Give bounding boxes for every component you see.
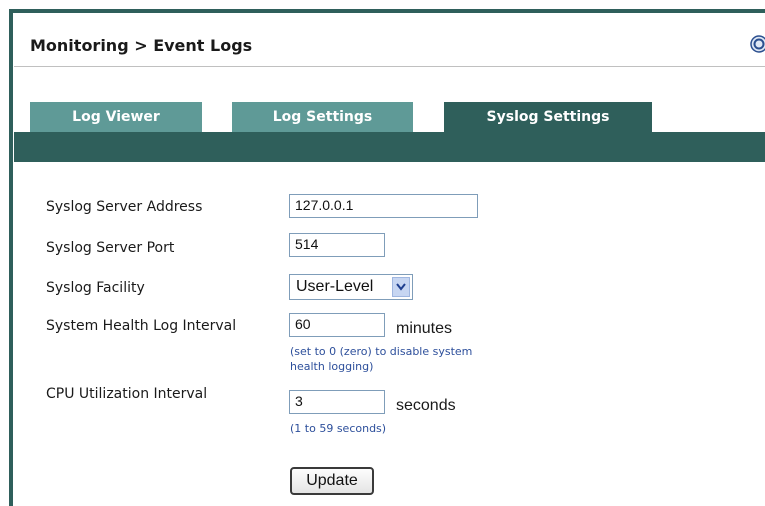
- tab-panel-bar: [14, 132, 765, 162]
- frame-left-border: [9, 9, 13, 506]
- health-interval-unit: minutes: [396, 320, 453, 337]
- cpu-interval-label: CPU Utilization Interval: [46, 386, 208, 402]
- tab-log-viewer[interactable]: Log Viewer: [30, 102, 202, 132]
- breadcrumb: Monitoring > Event Logs: [30, 36, 253, 55]
- health-interval-label: System Health Log Interval: [46, 318, 237, 334]
- help-icon[interactable]: [750, 35, 765, 53]
- frame-top-border: [9, 9, 765, 13]
- facility-select-value: User-Level: [296, 278, 374, 295]
- server-port-input[interactable]: 514: [289, 233, 385, 257]
- chevron-down-icon[interactable]: [392, 277, 410, 297]
- header-divider: [14, 66, 765, 67]
- tab-syslog-settings[interactable]: Syslog Settings: [444, 102, 652, 132]
- cpu-interval-hint: (1 to 59 seconds): [290, 422, 387, 435]
- update-button[interactable]: Update: [290, 467, 374, 495]
- server-address-input[interactable]: 127.0.0.1: [289, 194, 478, 218]
- cpu-interval-unit: seconds: [396, 397, 456, 414]
- health-interval-hint-1: (set to 0 (zero) to disable system: [290, 345, 473, 358]
- cpu-interval-input[interactable]: 3: [289, 390, 385, 414]
- facility-select[interactable]: User-Level: [289, 274, 413, 300]
- facility-label: Syslog Facility: [46, 280, 145, 296]
- health-interval-input[interactable]: 60: [289, 313, 385, 337]
- server-address-label: Syslog Server Address: [46, 199, 203, 215]
- health-interval-hint-2: health logging): [290, 360, 374, 373]
- tab-log-settings[interactable]: Log Settings: [232, 102, 413, 132]
- server-port-label: Syslog Server Port: [46, 240, 175, 256]
